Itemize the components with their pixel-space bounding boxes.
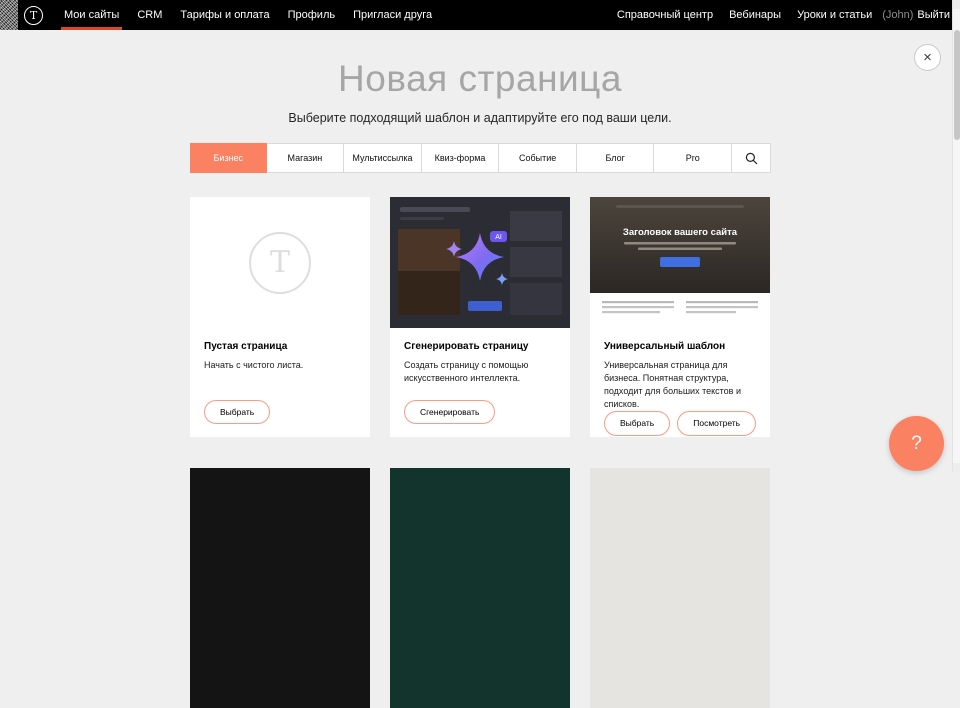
template-card-partial-2[interactable] — [390, 468, 570, 708]
template-card-partial-1[interactable] — [190, 468, 370, 708]
nav-help-center[interactable]: Справочный центр — [609, 0, 721, 30]
tab-quiz-form[interactable]: Квиз-форма — [422, 144, 500, 172]
page-subtitle: Выберите подходящий шаблон и адаптируйте… — [0, 111, 960, 125]
tab-shop[interactable]: Магазин — [267, 144, 345, 172]
topbar: T Мои сайты CRM Тарифы и оплата Профиль … — [0, 0, 960, 30]
template-card-ai: AI Сгенерировать страницу Создать страни… — [390, 197, 570, 437]
secondary-nav: Справочный центр Вебинары Уроки и статьи — [609, 0, 880, 30]
card-body: Универсальный шаблон Универсальная стран… — [590, 328, 770, 449]
close-icon: × — [923, 50, 932, 65]
card-actions: Сгенерировать — [404, 400, 556, 425]
template-card-partial-3[interactable] — [590, 468, 770, 708]
tilda-circle-logo-icon: T — [249, 232, 311, 294]
close-button[interactable]: × — [914, 44, 941, 71]
preview-heading: Заголовок вашего сайта — [623, 227, 738, 238]
tab-blog[interactable]: Блог — [577, 144, 655, 172]
user-name: (John) — [882, 9, 913, 21]
card-title: Пустая страница — [204, 341, 356, 352]
generate-button[interactable]: Сгенерировать — [404, 400, 495, 425]
question-mark-icon: ? — [911, 433, 922, 455]
template-grid-row-2 — [190, 468, 770, 708]
ai-preview-art: AI — [390, 197, 570, 328]
scrollbar-thumb[interactable] — [954, 30, 960, 140]
universal-preview-art: Заголовок вашего сайта — [590, 197, 770, 328]
help-button[interactable]: ? — [889, 416, 944, 471]
card-description: Создать страницу с помощью искусственног… — [404, 359, 556, 385]
search-icon — [745, 152, 758, 165]
tilda-logo[interactable]: T — [24, 6, 43, 25]
select-blank-button[interactable]: Выбрать — [204, 400, 270, 425]
tab-business[interactable]: Бизнес — [190, 143, 267, 173]
select-universal-button[interactable]: Выбрать — [604, 411, 670, 436]
template-grid: T Пустая страница Начать с чистого листа… — [190, 197, 770, 437]
nav-my-sites[interactable]: Мои сайты — [55, 0, 128, 30]
tilda-logo-letter: T — [30, 10, 37, 21]
template-card-universal: Заголовок вашего сайта Универсальный шаб… — [590, 197, 770, 437]
nav-webinars[interactable]: Вебинары — [721, 0, 789, 30]
tilda-circle-logo-letter: T — [270, 245, 290, 280]
card-actions: Выбрать — [204, 400, 356, 425]
logout-link[interactable]: Выйти — [917, 9, 950, 21]
card-title: Универсальный шаблон — [604, 341, 756, 352]
nav-invite-friend[interactable]: Пригласи друга — [344, 0, 441, 30]
nav-lessons[interactable]: Уроки и статьи — [789, 0, 880, 30]
user-block: (John) Выйти — [882, 9, 950, 21]
scrollbar-up-arrow[interactable] — [953, 0, 960, 9]
tab-event[interactable]: Событие — [499, 144, 577, 172]
card-title: Сгенерировать страницу — [404, 341, 556, 352]
nav-profile[interactable]: Профиль — [279, 0, 345, 30]
ai-template-preview: AI — [390, 197, 570, 328]
scrollbar-down-arrow[interactable] — [953, 463, 960, 472]
pattern-decoration — [0, 0, 18, 30]
card-actions: Выбрать Посмотреть — [604, 411, 756, 436]
tab-search[interactable] — [732, 144, 770, 172]
scrollbar[interactable] — [952, 0, 960, 472]
card-body: Пустая страница Начать с чистого листа. … — [190, 328, 370, 437]
nav-crm[interactable]: CRM — [128, 0, 171, 30]
card-body: Сгенерировать страницу Создать страницу … — [390, 328, 570, 437]
card-description: Начать с чистого листа. — [204, 359, 356, 372]
card-description: Универсальная страница для бизнеса. Поня… — [604, 359, 756, 411]
universal-template-preview: Заголовок вашего сайта — [590, 197, 770, 328]
tab-pro[interactable]: Pro — [654, 144, 732, 172]
nav-tariffs[interactable]: Тарифы и оплата — [171, 0, 278, 30]
page-title: Новая страница — [0, 58, 960, 100]
tab-multilink[interactable]: Мультиссылка — [344, 144, 422, 172]
template-category-tabs: Бизнес Магазин Мультиссылка Квиз-форма С… — [190, 143, 771, 173]
preview-universal-button[interactable]: Посмотреть — [677, 411, 756, 436]
ai-badge: AI — [495, 234, 502, 241]
blank-template-preview: T — [190, 197, 370, 328]
template-card-blank: T Пустая страница Начать с чистого листа… — [190, 197, 370, 437]
main-nav: Мои сайты CRM Тарифы и оплата Профиль Пр… — [55, 0, 441, 30]
